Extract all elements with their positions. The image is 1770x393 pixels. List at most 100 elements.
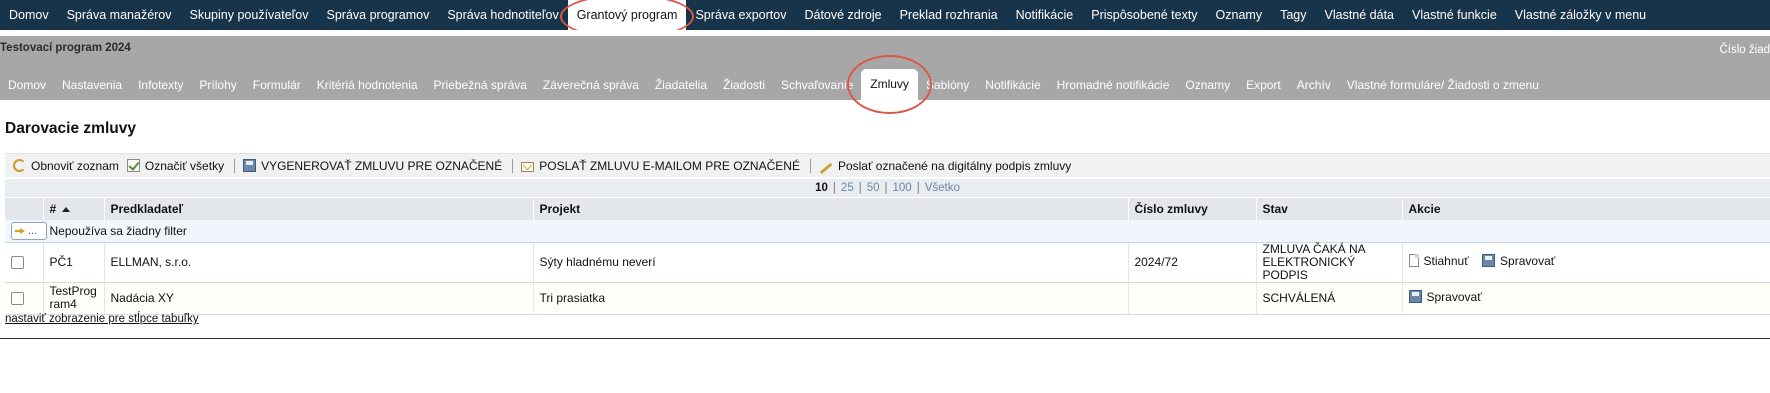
row-checkbox[interactable] [11, 292, 24, 306]
column-header-status[interactable]: Stav [1256, 198, 1403, 220]
tab-schvalovanie[interactable]: Schvaľovanie [773, 72, 861, 100]
tab-ziadosti[interactable]: Žiadosti [715, 72, 773, 100]
tab-vlastne-formulare[interactable]: Vlastné formuláre/ Žiadosti o zmenu [1339, 72, 1547, 100]
top-nav-item-sprava-manazerov[interactable]: Správa manažérov [58, 0, 181, 30]
top-nav-item-sprava-hodnotitelov[interactable]: Správa hodnotiteľov [438, 0, 567, 30]
tab-formular[interactable]: Formulár [245, 72, 309, 100]
row-select-cell [5, 242, 44, 283]
row-contract-number: 2024/72 [1128, 242, 1257, 283]
row-contract-number [1128, 282, 1257, 315]
tab-zaverecna-sprava[interactable]: Záverečná správa [535, 72, 647, 100]
top-nav-item-prisposobene-texty[interactable]: Prispôsobené texty [1082, 0, 1206, 30]
filter-status-text: Nepoužíva sa žiadny filter [43, 220, 1770, 243]
page-size-25[interactable]: 25 [836, 182, 859, 194]
top-nav-item-vlastne-funkcie[interactable]: Vlastné funkcie [1403, 0, 1506, 30]
column-header-actions: Akcie [1402, 198, 1770, 220]
top-nav-item-oznamy[interactable]: Oznamy [1207, 0, 1272, 30]
toolbar-separator [809, 158, 811, 173]
generate-contract-button[interactable]: VYGENEROVAŤ ZMLUVU PRE OZNAČENÉ [243, 159, 510, 173]
manage-contract-button[interactable]: Spravovať [1482, 254, 1555, 268]
tab-oznamy[interactable]: Oznamy [1177, 72, 1238, 100]
digital-signature-button[interactable]: Poslať označené na digitálny podpis zmlu… [819, 158, 1079, 174]
column-header-project[interactable]: Projekt [533, 198, 1129, 220]
row-id: TestProgram4 [43, 282, 105, 315]
contracts-toolbar: Obnoviť zoznam Označiť všetky VYGENEROVA… [5, 153, 1770, 177]
email-contract-label: POSLAŤ ZMLUVU E-MAILOM PRE OZNAČENÉ [539, 158, 800, 173]
select-all-label: Označiť všetky [144, 158, 225, 173]
refresh-list-button[interactable]: Obnoviť zoznam [13, 159, 127, 173]
top-nav-item-tagy[interactable]: Tagy [1271, 0, 1315, 30]
page-size-all[interactable]: Všetko [920, 182, 965, 194]
page-size-50[interactable]: 50 [862, 182, 885, 194]
tab-ziadatelia[interactable]: Žiadatelia [647, 72, 715, 100]
tab-notifikacie[interactable]: Notifikácie [977, 72, 1048, 100]
filter-button-cell: ... [5, 220, 47, 243]
top-nav-item-skupiny-pouzivatelov[interactable]: Skupiny používateľov [181, 0, 318, 30]
tab-domov[interactable]: Domov [0, 72, 54, 100]
table-row: TestProgram4 Nadácia XY Tri prasiatka SC… [5, 282, 1770, 315]
top-nav-item-sprava-programov[interactable]: Správa programov [318, 0, 439, 30]
download-contract-button[interactable]: Stiahnuť [1408, 253, 1469, 268]
top-nav-item-notifikacie[interactable]: Notifikácie [1007, 0, 1083, 30]
manage-contract-button[interactable]: Spravovať [1408, 289, 1482, 304]
top-nav-item-datove-zdroje[interactable]: Dátové zdroje [795, 0, 890, 30]
column-header-number-label: # [49, 202, 57, 216]
download-contract-label: Stiahnuť [1423, 253, 1469, 268]
digital-signature-label: Poslať označené na digitálny podpis zmlu… [837, 158, 1072, 173]
page-size-100[interactable]: 100 [888, 182, 917, 194]
filter-button-label: ... [28, 224, 38, 237]
filter-arrow-icon [15, 227, 25, 235]
top-nav-item-grantovy-program[interactable]: Grantový program [559, 0, 695, 39]
tab-zmluvy[interactable]: Zmluvy [847, 55, 932, 114]
top-nav-item-domov[interactable]: Domov [0, 0, 58, 30]
column-header-applicant[interactable]: Predkladateľ [104, 198, 534, 220]
tab-sablony[interactable]: Šablóny [918, 72, 977, 100]
checklist-icon [126, 159, 140, 172]
refresh-icon [13, 159, 26, 172]
row-actions: Spravovať [1402, 282, 1770, 315]
tab-prilohy[interactable]: Prílohy [191, 72, 244, 100]
toolbar-separator [234, 158, 236, 173]
row-status: SCHVÁLENÁ [1256, 282, 1403, 315]
floppy-disk-icon [1408, 290, 1422, 304]
row-id: PČ1 [43, 242, 105, 283]
manage-contract-label: Spravovať [1426, 289, 1482, 304]
floppy-disk-icon [1482, 254, 1496, 268]
program-number-label: Číslo žiad [1719, 44, 1770, 56]
row-checkbox[interactable] [11, 256, 24, 270]
program-header: Testovací program 2024 Číslo žiad Domov … [0, 36, 1770, 114]
row-applicant: Nadácia XY [104, 282, 534, 315]
top-nav-item-vlastne-data[interactable]: Vlastné dáta [1316, 0, 1404, 30]
contracts-table: # Predkladateľ Projekt Číslo zmluvy Stav… [5, 198, 1770, 315]
top-nav-item-sprava-exportov[interactable]: Správa exportov [686, 0, 795, 30]
top-nav-item-vlastne-zalozky[interactable]: Vlastné záložky v menu [1506, 0, 1655, 30]
pen-icon [819, 162, 833, 174]
tab-export[interactable]: Export [1238, 72, 1289, 100]
table-header-row: # Predkladateľ Projekt Číslo zmluvy Stav… [5, 198, 1770, 220]
column-header-number[interactable]: # [43, 198, 105, 220]
row-status: ZMLUVA ČAKÁ NA ELEKTRONICKÝ PODPIS [1256, 242, 1403, 283]
tab-archiv[interactable]: Archív [1289, 72, 1339, 100]
tab-kriteria-hodnotenia[interactable]: Kritériá hodnotenia [309, 72, 426, 100]
tab-infotexty[interactable]: Infotexty [130, 72, 191, 100]
page-size-10[interactable]: 10 [810, 182, 833, 194]
top-nav-item-preklad-rozhrania[interactable]: Preklad rozhrania [891, 0, 1007, 30]
filter-row: ... Nepoužíva sa žiadny filter [5, 220, 1770, 243]
document-icon [1408, 254, 1419, 268]
page-title: Darovacie zmluvy [5, 120, 136, 137]
generate-contract-label: VYGENEROVAŤ ZMLUVU PRE OZNAČENÉ [261, 158, 503, 173]
row-select-cell [5, 282, 44, 315]
row-actions: Stiahnuť Spravovať [1402, 242, 1770, 283]
column-settings-link[interactable]: nastaviť zobrazenie pre stĺpce tabuľky [5, 313, 199, 325]
program-title: Testovací program 2024 [0, 42, 131, 54]
tab-hromadne-notifikacie[interactable]: Hromadné notifikácie [1049, 72, 1178, 100]
column-header-contract-number[interactable]: Číslo zmluvy [1128, 198, 1257, 220]
sort-ascending-icon [62, 207, 71, 213]
refresh-list-label: Obnoviť zoznam [31, 158, 119, 173]
program-sub-navigation: Domov Nastavenia Infotexty Prílohy Formu… [0, 55, 1547, 114]
select-all-button[interactable]: Označiť všetky [126, 158, 232, 173]
filter-button[interactable]: ... [11, 221, 47, 240]
email-contract-button[interactable]: POSLAŤ ZMLUVU E-MAILOM PRE OZNAČENÉ [521, 159, 808, 173]
tab-nastavenia[interactable]: Nastavenia [54, 72, 130, 100]
tab-priebezna-sprava[interactable]: Priebežná správa [426, 72, 535, 100]
